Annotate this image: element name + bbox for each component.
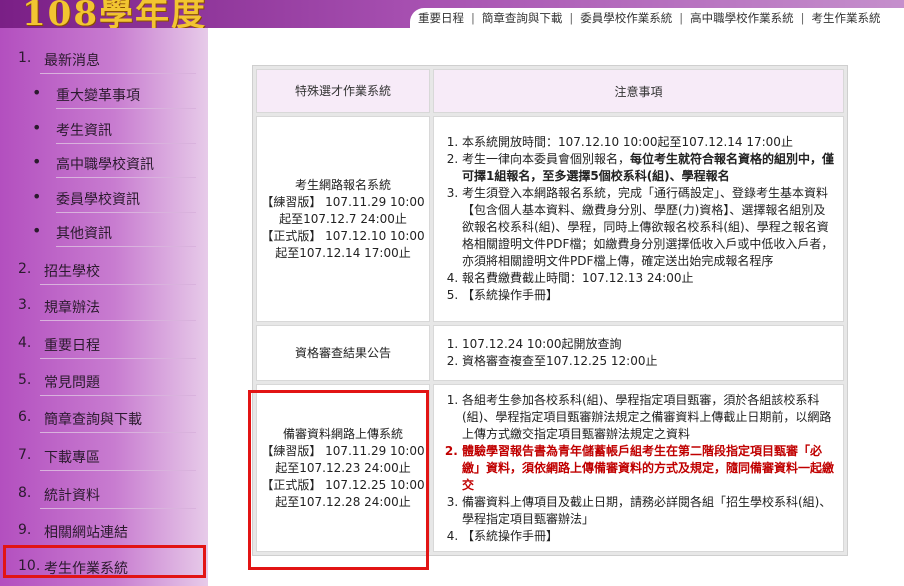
column-header-notes: 注意事項 (433, 69, 844, 113)
sidebar-item-label: 重大變革事項 (56, 88, 140, 104)
system-link-review-result[interactable]: 資格審查結果公告 (258, 345, 428, 362)
sidebar-item-highschool-info[interactable]: • 高中職學校資訊 (0, 142, 208, 178)
sidebar-item-label: 考生資訊 (56, 123, 112, 139)
system-cell-review-result: 資格審查結果公告 (256, 325, 430, 381)
topnav-highschool-system[interactable]: 高中職學校作業系統 (690, 10, 794, 26)
sidebar-item-schools[interactable]: 2. 招生學校 (0, 249, 208, 285)
list-item: 體驗學習報告書為青年儲蓄帳戶組考生在第二階段指定項目甄審「必繳」資料，須依網路上… (462, 443, 837, 494)
sidebar-item-label: 高中職學校資訊 (56, 157, 154, 173)
table-row: 考生網路報名系統 【練習版】 107.11.29 10:00 起至107.12.… (256, 116, 844, 322)
sidebar-item-label: 招生學校 (44, 264, 100, 280)
topnav-applicant-system[interactable]: 考生作業系統 (812, 10, 881, 26)
sidebar-item-downloads[interactable]: 7. 下載專區 (0, 435, 208, 471)
sidebar-item-label: 委員學校資訊 (56, 192, 140, 208)
sidebar-item-label: 統計資料 (44, 488, 100, 504)
column-header-system: 特殊選才作業系統 (256, 69, 430, 113)
sidebar-item-label: 下載專區 (44, 450, 100, 466)
sidebar-item-label: 其他資訊 (56, 226, 112, 242)
notes-cell-registration: 本系統開放時間：107.12.10 10:00起至107.12.14 17:00… (433, 116, 844, 322)
sidebar-item-statistics[interactable]: 8. 統計資料 (0, 473, 208, 509)
topnav-schedule[interactable]: 重要日程 (418, 10, 464, 26)
active-item-highlight (3, 545, 206, 578)
list-item: 資格審查複查至107.12.25 12:00止 (462, 353, 837, 370)
sidebar-item-brochure[interactable]: 6. 簡章查詢與下載 (0, 397, 208, 433)
sidebar-item-regulations[interactable]: 3. 規章辦法 (0, 285, 208, 321)
system-link-registration[interactable]: 考生網路報名系統 (258, 177, 428, 194)
table-header-row: 特殊選才作業系統 注意事項 (256, 69, 844, 113)
notes-cell-review-result: 107.12.24 10:00起開放查詢 資格審查複查至107.12.25 12… (433, 325, 844, 381)
list-item: 報名費繳費截止時間：107.12.13 24:00止 (462, 270, 837, 287)
table-row: 資格審查結果公告 107.12.24 10:00起開放查詢 資格審查複查至107… (256, 325, 844, 381)
system-cell-registration: 考生網路報名系統 【練習版】 107.11.29 10:00 起至107.12.… (256, 116, 430, 322)
sidebar-item-schedule[interactable]: 4. 重要日程 (0, 323, 208, 359)
list-item: 考生一律向本委員會個別報名，每位考生就符合報名資格的組別中，僅可擇1組報名，至多… (462, 151, 837, 185)
sidebar-item-label: 重要日程 (44, 338, 100, 354)
notes-cell-upload: 各組考生參加各校系科(組)、學程指定項目甄審，須於各組該校系科(組)、學程指定項… (433, 384, 844, 552)
sidebar-item-committee-info[interactable]: • 委員學校資訊 (0, 177, 208, 213)
sidebar-item-major-changes[interactable]: • 重大變革事項 (0, 73, 208, 109)
sidebar-item-label: 簡章查詢與下載 (44, 412, 142, 428)
list-item: 107.12.24 10:00起開放查詢 (462, 336, 837, 353)
topnav-brochure[interactable]: 簡章查詢與下載 (482, 10, 563, 26)
sidebar: 1. 最新消息 • 重大變革事項 • 考生資訊 • 高中職學校資訊 • 委員學校資訊 • 其… (0, 28, 208, 586)
sidebar-item-label: 常見問題 (44, 375, 100, 391)
top-navigation: 重要日程 | 簡章查詢與下載 | 委員學校作業系統 | 高中職學校作業系統 | 考生作業… (410, 8, 904, 28)
manual-link[interactable]: 【系統操作手冊】 (462, 287, 837, 304)
sidebar-item-label: 最新消息 (44, 53, 100, 69)
manual-link[interactable]: 【系統操作手冊】 (462, 528, 837, 545)
topnav-committee-system[interactable]: 委員學校作業系統 (580, 10, 672, 26)
list-item: 各組考生參加各校系科(組)、學程指定項目甄審，須於各組該校系科(組)、學程指定項… (462, 392, 837, 443)
sidebar-item-label: 規章辦法 (44, 300, 100, 316)
sidebar-item-related-links[interactable]: 9. 相關網站連結 (0, 510, 208, 546)
sidebar-item-faq[interactable]: 5. 常見問題 (0, 360, 208, 396)
list-item: 備審資料上傳項目及截止日期，請務必詳閱各組「招生學校系科(組)、學程指定項目甄審… (462, 494, 837, 528)
list-item: 考生須登入本網路報名系統，完成「通行碼設定」、登錄考生基本資料【包含個人基本資料… (462, 185, 837, 270)
upload-system-highlight (248, 390, 429, 570)
sidebar-item-other-info[interactable]: • 其他資訊 (0, 211, 208, 247)
list-item: 本系統開放時間：107.12.10 10:00起至107.12.14 17:00… (462, 134, 837, 151)
sidebar-item-applicant-info[interactable]: • 考生資訊 (0, 108, 208, 144)
sidebar-item-label: 相關網站連結 (44, 525, 128, 541)
sidebar-item-news[interactable]: 1. 最新消息 (0, 38, 208, 74)
